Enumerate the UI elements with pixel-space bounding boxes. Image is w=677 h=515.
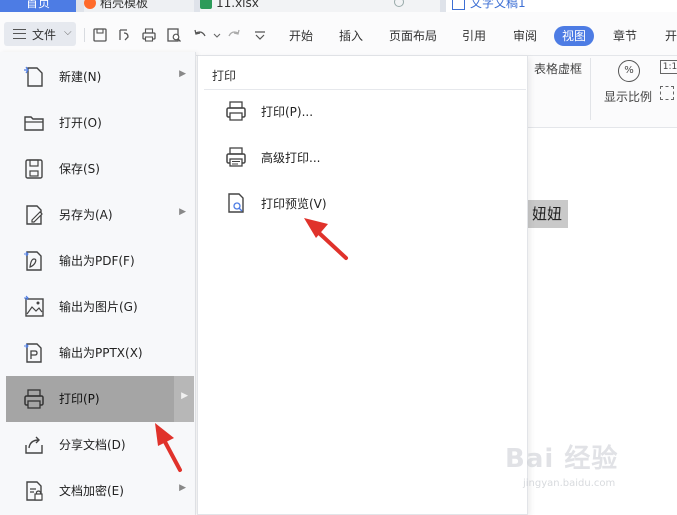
- watermark-brand: Bai 经验: [505, 444, 619, 474]
- menu-item-label: 打印(P): [59, 392, 100, 406]
- save-icon[interactable]: [92, 27, 108, 43]
- chevron-down-icon: ⌵: [64, 27, 72, 38]
- document-icon: [452, 0, 465, 10]
- submenu-item-print-preview[interactable]: 打印预览(V): [220, 185, 520, 225]
- tab-strip: 首页 稻壳模板 11.xlsx 文字文稿1: [0, 0, 677, 12]
- printer-icon: [224, 99, 248, 123]
- submenu-title: 打印: [212, 69, 237, 83]
- menu-item-share[interactable]: 分享文档(D): [6, 422, 194, 468]
- folder-icon: [22, 111, 46, 135]
- table-gridlines-toggle[interactable]: 表格虚框: [534, 60, 582, 77]
- ribbon-divider: [590, 58, 591, 120]
- selected-text[interactable]: 妞妞: [528, 200, 569, 228]
- redo-icon[interactable]: [226, 27, 242, 43]
- submenu-arrow-icon: ▶: [181, 391, 188, 401]
- submenu-item-advanced-print[interactable]: 高级打印...: [220, 139, 520, 179]
- print-icon[interactable]: [141, 27, 157, 43]
- menu-item-save-as[interactable]: 另存为(A) ▶: [6, 192, 194, 238]
- submenu-arrow-icon: ▶: [179, 207, 186, 217]
- tab-page-layout[interactable]: 页面布局: [389, 26, 437, 46]
- menu-item-label: 保存(S): [59, 162, 100, 176]
- print-preview-icon: [224, 191, 248, 215]
- menu-item-label: 分享文档(D): [59, 438, 126, 452]
- tab-home[interactable]: 首页: [0, 0, 76, 12]
- undo-icon[interactable]: [192, 27, 208, 43]
- menu-item-label: 另存为(A): [59, 208, 113, 222]
- menu-item-label: 打开(O): [59, 116, 102, 130]
- tab-document[interactable]: 文字文稿1: [446, 0, 677, 12]
- submenu-divider: [204, 89, 526, 90]
- tab-status-icon: [394, 0, 404, 7]
- menu-item-label: 文档加密(E): [59, 484, 124, 498]
- template-logo-icon: [84, 0, 96, 9]
- toolbar-divider: [84, 28, 85, 42]
- menu-item-label: 输出为PDF(F): [59, 254, 135, 268]
- tab-start[interactable]: 开始: [289, 26, 313, 46]
- tab-view[interactable]: 视图: [554, 26, 595, 46]
- image-icon: [22, 295, 46, 319]
- tab-references[interactable]: 引用: [462, 26, 486, 46]
- more-tools-icon[interactable]: [252, 27, 268, 43]
- view-ribbon: 表格虚框 % 显示比例 1:1: [528, 56, 677, 128]
- advanced-printer-icon: [224, 145, 248, 169]
- spreadsheet-icon: [200, 0, 212, 9]
- file-menu-panel: 新建(N) ▶ 打开(O) 保存(S) 另存为(A) ▶ 输出为PDF(F) 输…: [0, 52, 196, 515]
- printer-icon: [22, 387, 46, 411]
- share-icon: [22, 433, 46, 457]
- file-menu-button[interactable]: 文件 ⌵: [4, 22, 76, 46]
- pptx-icon: [22, 341, 46, 365]
- tab-template[interactable]: 稻壳模板: [84, 0, 194, 12]
- submenu-arrow-icon: ▶: [179, 69, 186, 79]
- print-submenu: 打印 打印(P)... 高级打印... 打印预览(V): [197, 56, 528, 515]
- tab-more[interactable]: 开: [665, 26, 677, 46]
- submenu-item-print[interactable]: 打印(P)...: [220, 93, 520, 133]
- actual-size-icon[interactable]: 1:1: [660, 60, 677, 74]
- menu-item-encrypt[interactable]: 文档加密(E) ▶: [6, 468, 194, 514]
- menu-item-label: 新建(N): [59, 70, 102, 84]
- submenu-arrow-icon: ▶: [179, 483, 186, 493]
- submenu-item-label: 打印预览(V): [261, 197, 327, 211]
- save-icon: [22, 157, 46, 181]
- tab-document-label: 文字文稿1: [470, 0, 526, 10]
- menu-item-print[interactable]: 打印(P) ▶: [6, 376, 194, 422]
- tab-insert[interactable]: 插入: [339, 26, 363, 46]
- menu-item-export-pptx[interactable]: 输出为PPTX(X): [6, 330, 194, 376]
- main-toolbar: 文件 ⌵ 开始 插入 页面布局 引用 审阅 视图 章节 开: [0, 12, 677, 56]
- hamburger-icon: [13, 29, 26, 39]
- menu-item-new[interactable]: 新建(N) ▶: [6, 54, 194, 100]
- encrypt-icon: [22, 479, 46, 503]
- print-preview-icon[interactable]: [166, 27, 182, 43]
- zoom-icon[interactable]: %: [618, 60, 640, 82]
- new-icon: [22, 65, 46, 89]
- tab-xlsx[interactable]: 11.xlsx: [200, 0, 440, 12]
- zoom-label[interactable]: 显示比例: [604, 88, 652, 105]
- submenu-item-label: 高级打印...: [261, 151, 321, 165]
- tab-review[interactable]: 审阅: [513, 26, 537, 46]
- tab-section[interactable]: 章节: [613, 26, 637, 46]
- fit-page-icon[interactable]: [660, 86, 674, 100]
- undo-dropdown-icon[interactable]: [209, 27, 221, 43]
- watermark: Bai 经验 jingyan.baidu.com: [505, 436, 670, 496]
- tab-template-label: 稻壳模板: [100, 0, 149, 10]
- submenu-item-label: 打印(P)...: [261, 105, 314, 119]
- menu-item-open[interactable]: 打开(O): [6, 100, 194, 146]
- save-as-icon: [22, 203, 46, 227]
- tab-xlsx-label: 11.xlsx: [216, 0, 259, 10]
- export-icon[interactable]: [116, 27, 132, 43]
- menu-item-export-image[interactable]: 输出为图片(G): [6, 284, 194, 330]
- pdf-icon: [22, 249, 46, 273]
- watermark-url: jingyan.baidu.com: [523, 478, 616, 489]
- menu-item-label: 输出为图片(G): [59, 300, 138, 314]
- menu-item-save[interactable]: 保存(S): [6, 146, 194, 192]
- menu-item-label: 输出为PPTX(X): [59, 346, 143, 360]
- menu-item-export-pdf[interactable]: 输出为PDF(F): [6, 238, 194, 284]
- file-menu-label: 文件: [32, 28, 57, 42]
